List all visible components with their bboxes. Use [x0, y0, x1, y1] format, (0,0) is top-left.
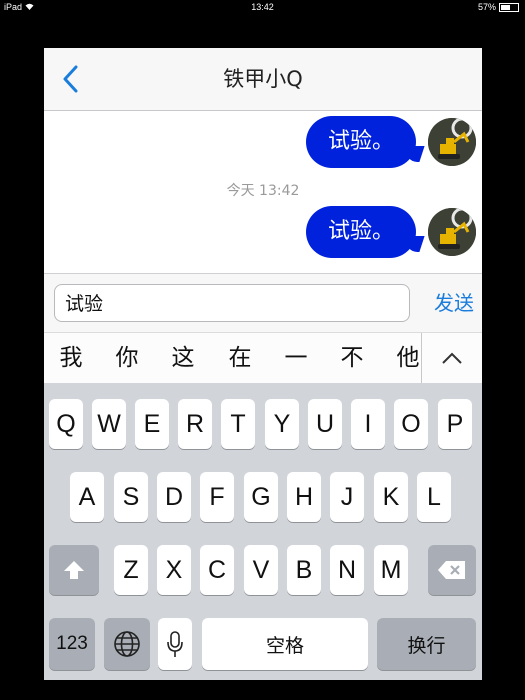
key-z[interactable]: Z	[114, 545, 148, 595]
key-v[interactable]: V	[244, 545, 278, 595]
key-q[interactable]: Q	[49, 399, 83, 449]
avatar[interactable]	[428, 208, 476, 256]
key-u[interactable]: U	[308, 399, 342, 449]
key-t[interactable]: T	[221, 399, 255, 449]
microphone-icon	[167, 631, 183, 657]
key-s[interactable]: S	[114, 472, 148, 522]
chat-title: 铁甲小Q	[223, 67, 303, 91]
globe-key[interactable]	[104, 618, 150, 670]
key-i[interactable]: I	[351, 399, 385, 449]
battery-percent: 57%	[477, 2, 496, 12]
key-d[interactable]: D	[157, 472, 191, 522]
numbers-key-label: 123	[56, 633, 88, 654]
backspace-key[interactable]	[428, 545, 476, 595]
return-key-label: 换行	[407, 635, 446, 657]
key-a[interactable]: A	[70, 472, 104, 522]
key-k[interactable]: K	[374, 472, 408, 522]
excavator-avatar-icon	[428, 208, 476, 256]
message-timestamp: 今天 13:42	[226, 183, 300, 199]
message-bubble[interactable]: 试验。	[305, 206, 416, 258]
keyboard: Q W E R T Y U I O P A S D F G H J K L Z …	[44, 383, 482, 680]
key-g[interactable]: G	[244, 472, 278, 522]
key-h[interactable]: H	[287, 472, 321, 522]
return-key[interactable]: 换行	[377, 618, 476, 670]
globe-icon	[114, 631, 140, 657]
candidate-word[interactable]: 这	[164, 333, 202, 383]
candidate-word[interactable]: 一	[277, 333, 315, 383]
status-time: 13:42	[251, 2, 274, 12]
message-composer: 试验 发送	[44, 273, 482, 332]
chevron-up-icon	[442, 352, 462, 364]
candidate-word[interactable]: 你	[108, 333, 146, 383]
candidate-word[interactable]: 在	[221, 333, 259, 383]
candidate-bar: 我 你 这 在 一 不 他	[44, 332, 482, 384]
message-input[interactable]: 试验	[54, 284, 410, 322]
key-m[interactable]: M	[374, 545, 408, 595]
space-key[interactable]: 空格	[202, 618, 368, 670]
message-row: 试验。	[305, 206, 476, 258]
candidate-word[interactable]: 我	[52, 333, 90, 383]
message-row: 试验。	[305, 116, 476, 168]
key-b[interactable]: B	[287, 545, 321, 595]
chat-screen: 铁甲小Q 试验。 今天 13:42 试验。 试验 发送 我 你 这 在 一 不 …	[44, 48, 482, 680]
key-x[interactable]: X	[157, 545, 191, 595]
expand-candidates-button[interactable]	[421, 333, 482, 383]
send-button[interactable]: 发送	[434, 284, 474, 322]
space-key-label: 空格	[265, 635, 304, 657]
key-j[interactable]: J	[330, 472, 364, 522]
shift-key[interactable]	[49, 545, 99, 595]
key-o[interactable]: O	[394, 399, 428, 449]
message-bubble[interactable]: 试验。	[305, 116, 416, 168]
battery-icon	[499, 2, 519, 12]
navigation-bar: 铁甲小Q	[44, 48, 482, 111]
key-p[interactable]: P	[438, 399, 472, 449]
key-y[interactable]: Y	[265, 399, 299, 449]
key-w[interactable]: W	[92, 399, 126, 449]
key-n[interactable]: N	[330, 545, 364, 595]
status-bar: iPad 13:42 57%	[0, 0, 525, 14]
key-c[interactable]: C	[200, 545, 234, 595]
excavator-avatar-icon	[428, 118, 476, 166]
key-f[interactable]: F	[200, 472, 234, 522]
dictation-key[interactable]	[158, 618, 192, 670]
shift-arrow-icon	[64, 561, 84, 579]
key-e[interactable]: E	[135, 399, 169, 449]
avatar[interactable]	[428, 118, 476, 166]
key-r[interactable]: R	[178, 399, 212, 449]
numbers-key[interactable]: 123	[49, 618, 95, 670]
candidate-word[interactable]: 不	[333, 333, 371, 383]
backspace-icon	[438, 561, 465, 579]
key-l[interactable]: L	[417, 472, 451, 522]
